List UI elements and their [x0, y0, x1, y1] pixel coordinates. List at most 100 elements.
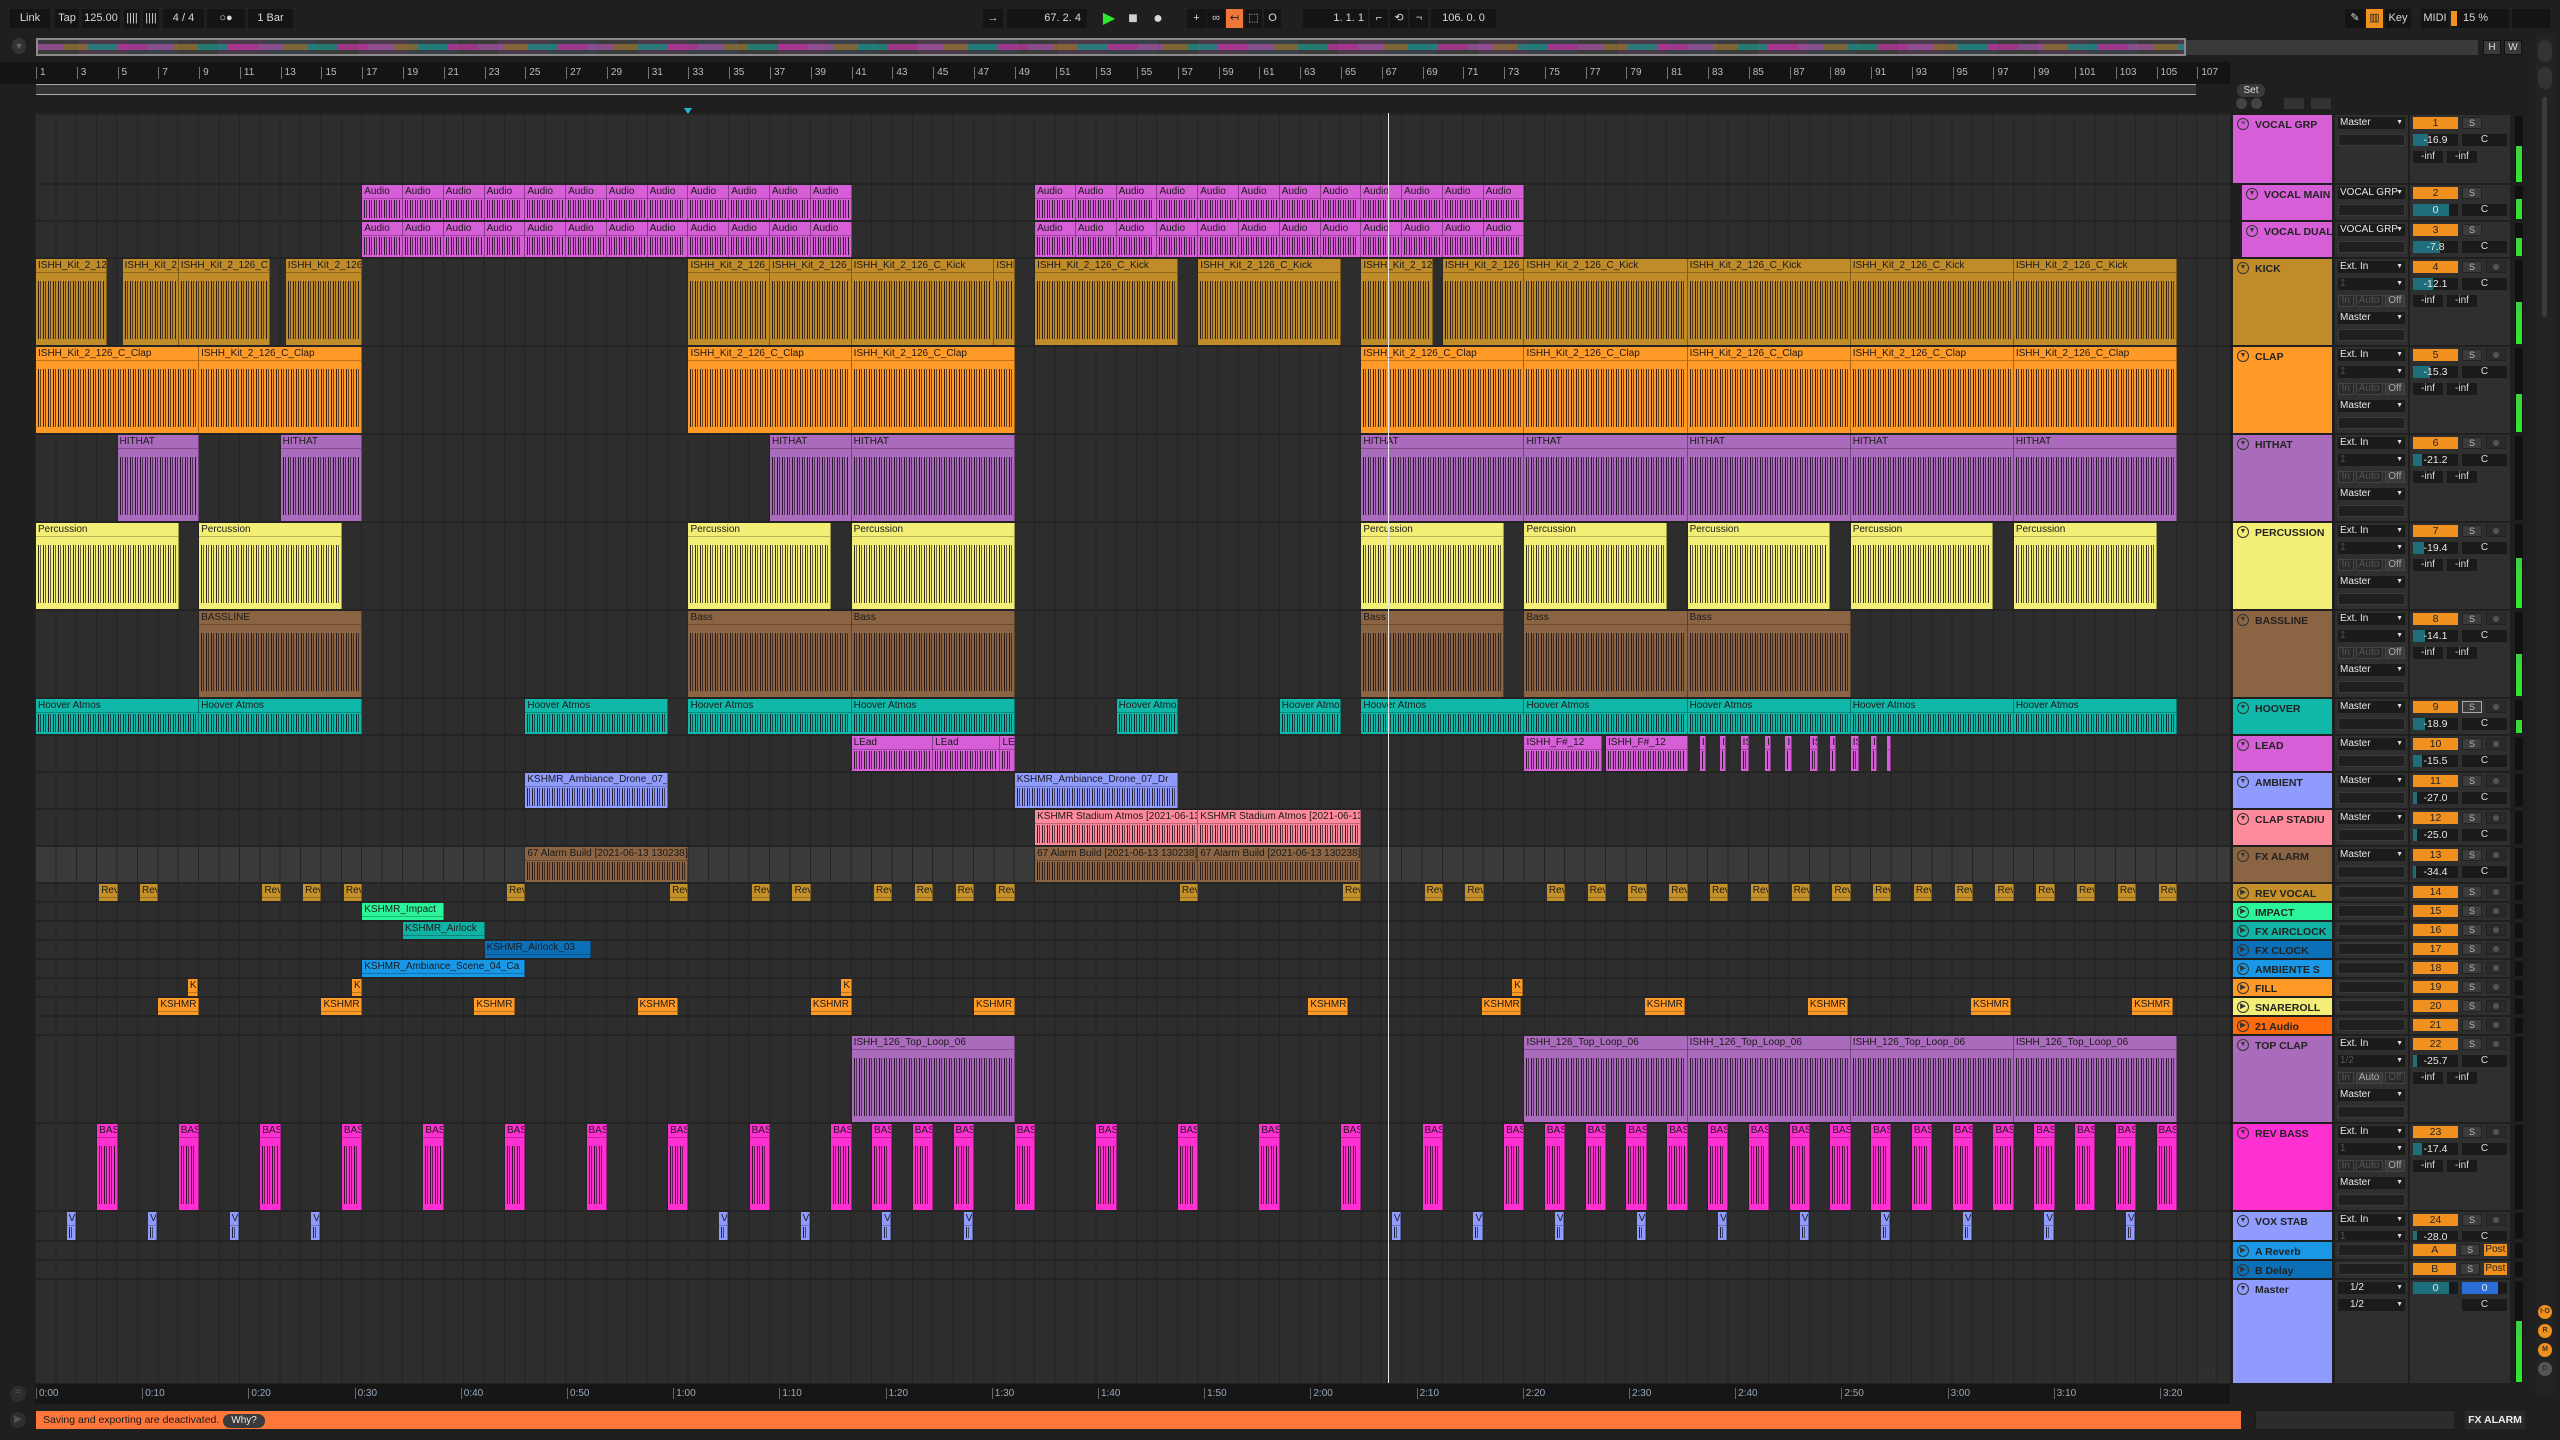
clip[interactable]: Rev [1587, 884, 1607, 901]
output-channel-select[interactable] [2338, 981, 2405, 993]
track-lane[interactable]: KSHMR Stadium Atmos [2021-06-13 130238]K… [35, 810, 2230, 845]
input-type-select[interactable]: Ext. In [2338, 349, 2405, 361]
overview-extension[interactable] [2186, 40, 2478, 55]
volume-field[interactable]: -12.1 [2413, 278, 2458, 290]
fold-icon[interactable]: ▼ [2237, 702, 2249, 714]
track-lane[interactable]: HITHAT HITHAT HITHAT HITHAT HITHAT HITHAT HITH… [35, 435, 2230, 521]
clip[interactable]: K [187, 979, 199, 996]
clip[interactable]: ISHH_Kit_2_126_C_Kick [2013, 259, 2177, 345]
pan-field[interactable]: C [2462, 1143, 2507, 1155]
clip[interactable]: BASS [586, 1124, 607, 1210]
clip[interactable]: ISHH_Kit_2_126_C_Kick [1198, 259, 1341, 345]
fold-icon[interactable]: ▼ [2237, 1039, 2249, 1051]
clip[interactable]: Percussion [199, 523, 342, 609]
fold-icon[interactable]: ▼ [2237, 776, 2249, 788]
clip[interactable]: Audio [403, 185, 444, 220]
volume-field[interactable]: -25.0 [2413, 829, 2458, 841]
send-b-field[interactable]: -inf [2447, 559, 2477, 571]
clip[interactable]: BASS [912, 1124, 934, 1210]
send-a-field[interactable]: -inf [2413, 295, 2443, 307]
arm-button[interactable] [2486, 905, 2506, 917]
clip[interactable]: Audio [1075, 185, 1117, 220]
clip[interactable]: Vox [2044, 1212, 2054, 1240]
output-channel-select[interactable] [2338, 924, 2405, 936]
clip[interactable]: LEad [1000, 736, 1015, 771]
clip[interactable]: Audio [525, 222, 567, 257]
clip[interactable]: BASS [1871, 1124, 1892, 1210]
clip[interactable]: Rev [1669, 884, 1688, 901]
volume-field[interactable]: 0 [2413, 204, 2458, 216]
clip[interactable]: ISHH_Kit_2_126_C_Clap [1850, 347, 2014, 433]
fold-icon[interactable]: ▼ [2246, 188, 2258, 200]
clip[interactable]: BASS [1096, 1124, 1117, 1210]
send-a-field[interactable]: -inf [2413, 151, 2443, 163]
output-channel-select[interactable] [2338, 505, 2405, 517]
output-channel-select[interactable] [2338, 886, 2405, 898]
clip[interactable]: Audio [1442, 222, 1484, 257]
volume-field[interactable]: -19.4 [2413, 542, 2458, 554]
fold-icon[interactable]: ▼ [2237, 262, 2249, 274]
monitor-auto-button[interactable]: Auto [2355, 559, 2383, 571]
fold-icon[interactable]: ▼ [2237, 438, 2249, 450]
pan-field[interactable]: C [2462, 866, 2507, 878]
arm-button[interactable] [2486, 613, 2506, 625]
clip[interactable]: K [1512, 979, 1524, 996]
fold-icon[interactable]: ▼ [2237, 1127, 2249, 1139]
track-header-fx-airclock[interactable]: ▶ FX AIRCLOCK 16 S [2233, 922, 2525, 939]
monitor-in-button[interactable]: In [2338, 647, 2354, 659]
quantize-menu[interactable]: 1 Bar [248, 9, 293, 28]
solo-button[interactable]: S [2462, 349, 2482, 361]
pan-field[interactable]: C [2462, 366, 2507, 378]
fold-icon[interactable]: ▼ [2237, 813, 2249, 825]
track-lane[interactable] [35, 1261, 2230, 1278]
clip[interactable]: Rev [914, 884, 934, 901]
volume-field[interactable]: -14.1 [2413, 630, 2458, 642]
track-lane[interactable]: LEadLEadLEadISHH_F#_12ISHH_F#_12ISHH_F#_… [35, 736, 2230, 771]
clip[interactable]: ISHH_Kit_2_126_C_Kick [1361, 259, 1433, 345]
metronome-button[interactable]: ○● [207, 9, 245, 28]
clip[interactable]: Audio [525, 185, 567, 220]
track-activator-button[interactable]: 24 [2413, 1214, 2458, 1226]
track-name-panel[interactable]: ▶ 21 Audio [2233, 1017, 2332, 1034]
solo-button[interactable]: S [2462, 738, 2482, 750]
clip[interactable]: BASS [668, 1124, 689, 1210]
output-channel-select[interactable] [2338, 1263, 2405, 1275]
computer-keyboard-button[interactable]: ▥ [2366, 9, 2383, 28]
volume-field[interactable]: -7.8 [2413, 241, 2458, 253]
expand-icon[interactable]: ▶ [2237, 906, 2249, 918]
output-select[interactable]: Master [2338, 400, 2405, 412]
monitor-off-button[interactable]: Off [2384, 383, 2406, 395]
track-activator-button[interactable]: 1 [2413, 117, 2458, 129]
clip[interactable]: Audio [688, 185, 730, 220]
track-lane[interactable]: Audio Audio Audio Audio Audio Audio Audio Audio… [35, 185, 2230, 220]
pan-field[interactable]: C [2462, 1299, 2507, 1311]
output-channel-select[interactable] [2338, 1019, 2405, 1031]
monitor-auto-button[interactable]: Auto [2355, 295, 2383, 307]
solo-button[interactable]: S [2462, 224, 2482, 236]
clip[interactable]: K [841, 979, 852, 996]
output-select[interactable]: Master [2338, 701, 2405, 713]
clip[interactable]: Hoover Atmos [1361, 699, 1525, 734]
clip[interactable]: BASS [1993, 1124, 2014, 1210]
input-type-select[interactable]: Ext. In [2338, 1126, 2405, 1138]
fold-icon[interactable]: ▼ [2237, 739, 2249, 751]
track-name-panel[interactable]: ▼ VOCAL MAIN [2240, 185, 2332, 220]
clip[interactable]: Rev [1913, 884, 1933, 901]
clip[interactable]: Vox [1718, 1212, 1728, 1240]
track-header-vocal-grp[interactable]: ≡ VOCAL GRP Master 1S -16.9 C -inf -inf [2233, 115, 2525, 183]
output-channel-select[interactable] [2338, 829, 2405, 841]
send-b-field[interactable]: -inf [2447, 151, 2477, 163]
track-lane[interactable]: KSHMR KSHMR KSHMR KSHMR KSHMR KSHMR KSHMR KSHMR… [35, 998, 2230, 1015]
clip[interactable]: Rev [1342, 884, 1362, 901]
arm-button[interactable] [2486, 1000, 2506, 1012]
input-channel-select[interactable]: 1/2 [2338, 1055, 2405, 1067]
output-channel-select[interactable] [2338, 241, 2405, 253]
clip[interactable]: Vox [882, 1212, 892, 1240]
clip[interactable]: KSHMR_Airlock_03 [484, 941, 591, 958]
track-name-panel[interactable]: ▶ FX CLOCK [2233, 941, 2332, 958]
clip[interactable]: HITHAT [1850, 435, 2014, 521]
clip[interactable]: BASS [1014, 1124, 1036, 1210]
clip[interactable]: HITHAT [117, 435, 200, 521]
clip[interactable]: Rev [955, 884, 974, 901]
clip[interactable]: Audio [1320, 222, 1362, 257]
